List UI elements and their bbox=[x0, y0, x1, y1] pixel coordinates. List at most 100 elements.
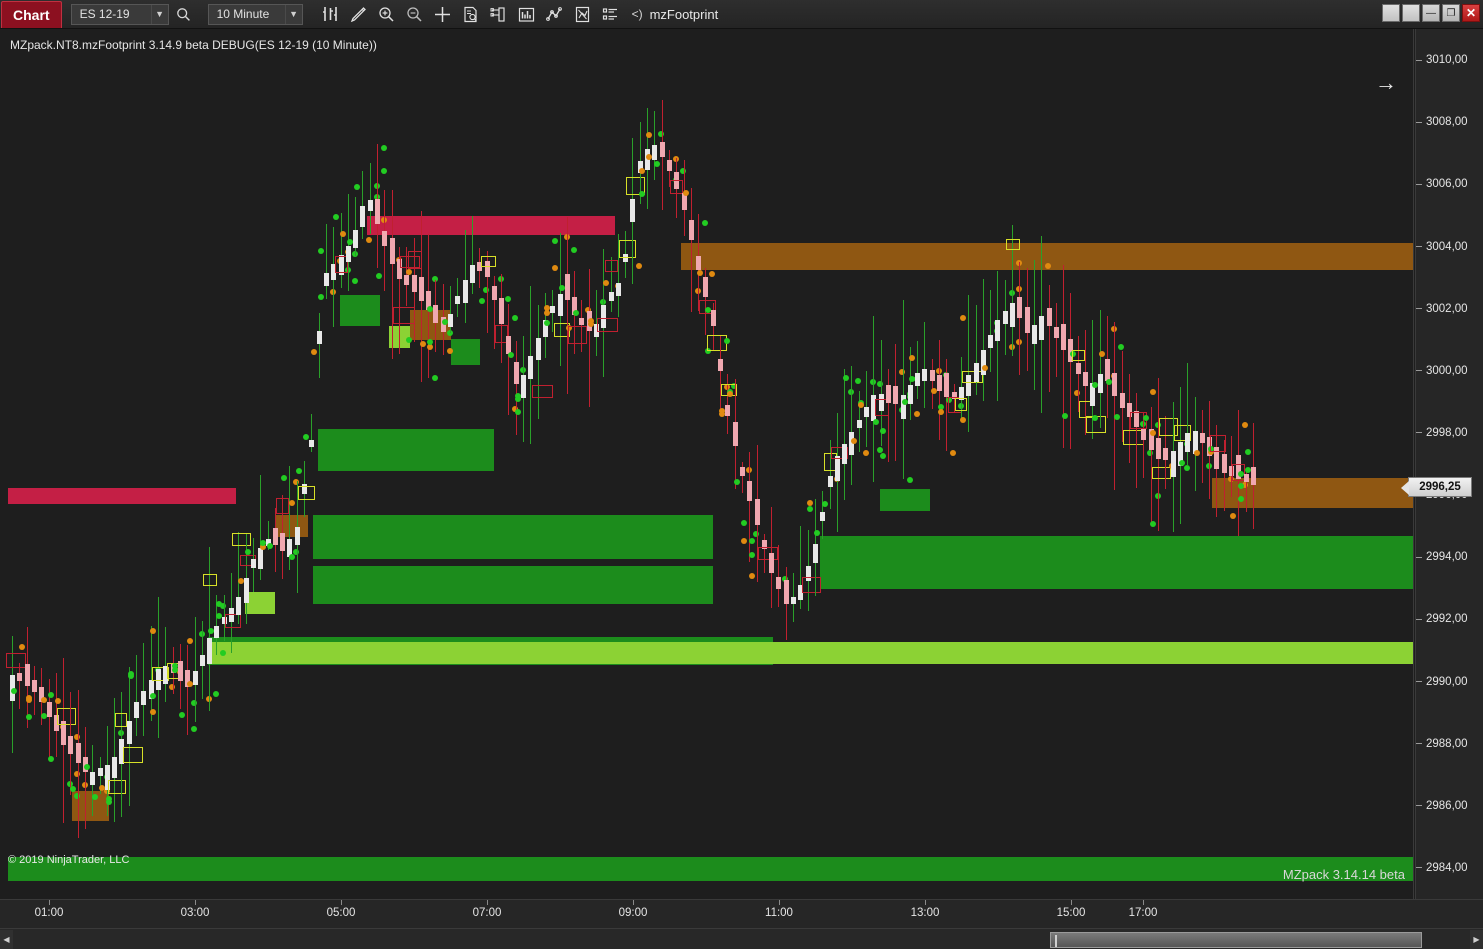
scroll-right-arrow[interactable]: ▶ bbox=[1470, 929, 1483, 949]
sell-imbalance-dot bbox=[427, 344, 433, 351]
strategy-icon[interactable] bbox=[569, 1, 596, 28]
sell-imbalance-dot bbox=[603, 280, 609, 287]
scroll-left-arrow[interactable]: ◀ bbox=[0, 929, 13, 949]
line-chart-icon[interactable] bbox=[541, 1, 568, 28]
sell-imbalance-dot bbox=[931, 387, 937, 394]
buy-imbalance-dot bbox=[376, 272, 382, 279]
candle-body bbox=[1047, 308, 1052, 326]
time-axis[interactable]: 01:00 03:00 05:00 07:00 09:00 11:00 13:00 15:00… bbox=[0, 899, 1483, 928]
price-axis[interactable]: 3010,00 3008,00 3006,00 3004,00 3002,00 3000,… bbox=[1401, 29, 1483, 899]
candle-body bbox=[558, 294, 563, 317]
buy-imbalance-dot bbox=[213, 691, 219, 698]
buy-imbalance-dot bbox=[406, 337, 412, 344]
candle-body bbox=[68, 735, 73, 755]
interval-selector[interactable]: 10 Minute ▼ bbox=[207, 3, 303, 25]
candle-body bbox=[740, 466, 745, 477]
green-zone-wide-a bbox=[313, 515, 713, 559]
time-tick-label: 15:00 bbox=[1056, 907, 1086, 919]
time-tick bbox=[779, 900, 780, 905]
lime-zone-left bbox=[245, 592, 275, 614]
candle-body bbox=[864, 407, 869, 418]
candle-wick bbox=[187, 644, 188, 735]
chevron-down-icon-2[interactable]: ▼ bbox=[284, 4, 302, 24]
buy-imbalance-dot bbox=[741, 520, 747, 527]
buy-imbalance-dot bbox=[1118, 344, 1124, 351]
candle-body bbox=[463, 280, 468, 304]
candle-body bbox=[769, 553, 774, 574]
pencil-icon[interactable] bbox=[345, 1, 372, 28]
candle-wick bbox=[136, 655, 137, 736]
candle-body bbox=[90, 772, 95, 786]
buy-stacked-imbalance-box bbox=[57, 708, 76, 726]
price-tick-label: 2994,00 bbox=[1416, 550, 1483, 564]
candle-wick bbox=[465, 230, 466, 323]
buy-imbalance-dot bbox=[381, 168, 387, 175]
blank-button-2[interactable] bbox=[1402, 4, 1420, 22]
chart-layout-icon[interactable] bbox=[485, 1, 512, 28]
chart-tab[interactable]: Chart bbox=[1, 0, 62, 28]
candle-wick bbox=[581, 300, 582, 352]
candle-wick bbox=[143, 642, 144, 736]
buy-imbalance-dot bbox=[333, 214, 339, 221]
time-tick bbox=[487, 900, 488, 905]
search-icon[interactable] bbox=[173, 1, 195, 28]
candle-body bbox=[178, 661, 183, 681]
chart-canvas[interactable]: MZpack.NT8.mzFootprint 3.14.9 beta DEBUG… bbox=[0, 29, 1414, 899]
blank-button-1[interactable] bbox=[1382, 4, 1400, 22]
scrollbar-track[interactable] bbox=[13, 930, 1470, 949]
candle-wick bbox=[720, 336, 721, 416]
buy-imbalance-dot bbox=[1238, 483, 1244, 489]
candle-body bbox=[886, 384, 891, 404]
buy-imbalance-dot bbox=[1150, 521, 1156, 528]
sell-imbalance-dot bbox=[807, 499, 813, 506]
buy-imbalance-dot bbox=[680, 168, 686, 175]
buy-imbalance-dot bbox=[512, 314, 518, 321]
buy-stacked-imbalance-box bbox=[203, 573, 217, 586]
close-button[interactable]: ✕ bbox=[1462, 4, 1480, 22]
candle-wick bbox=[990, 290, 991, 373]
bar-chart-icon[interactable] bbox=[317, 1, 344, 28]
buy-imbalance-dot bbox=[877, 381, 883, 388]
buy-imbalance-dot bbox=[571, 246, 577, 253]
sell-imbalance-dot bbox=[293, 478, 299, 485]
maximize-button[interactable]: ❐ bbox=[1442, 4, 1460, 22]
buy-imbalance-dot bbox=[1143, 414, 1149, 421]
scrollbar-thumb[interactable] bbox=[1050, 931, 1422, 948]
chevron-down-icon[interactable]: ▼ bbox=[150, 4, 168, 24]
price-tick-label: 2986,00 bbox=[1416, 799, 1483, 813]
candle-body bbox=[499, 298, 504, 325]
candle-body bbox=[455, 295, 460, 305]
candle-body bbox=[1054, 326, 1059, 338]
histogram-icon[interactable] bbox=[513, 1, 540, 28]
horizontal-scrollbar[interactable]: ◀ ▶ bbox=[0, 928, 1483, 949]
candle-body bbox=[609, 291, 614, 301]
minimize-button[interactable]: — bbox=[1422, 4, 1440, 22]
properties-list-icon[interactable] bbox=[597, 1, 624, 28]
candle-body bbox=[755, 499, 760, 525]
candle-body bbox=[382, 231, 387, 246]
sell-imbalance-dot bbox=[150, 709, 156, 716]
candle-body bbox=[908, 384, 913, 404]
candle-body bbox=[937, 375, 942, 392]
candle-wick bbox=[49, 678, 50, 758]
candle-body bbox=[660, 141, 665, 157]
zoom-out-icon[interactable] bbox=[401, 1, 428, 28]
candle-body bbox=[696, 255, 701, 270]
candle-wick bbox=[917, 340, 918, 399]
speaker-icon[interactable]: <) bbox=[632, 7, 643, 21]
zoom-in-icon[interactable] bbox=[373, 1, 400, 28]
candle-wick bbox=[508, 303, 509, 416]
data-box-icon[interactable] bbox=[457, 1, 484, 28]
candle-body bbox=[1163, 448, 1168, 460]
candle-body bbox=[733, 421, 738, 447]
candle-body bbox=[981, 350, 986, 375]
sell-imbalance-dot bbox=[1242, 421, 1248, 428]
sell-imbalance-dot bbox=[909, 355, 915, 362]
candle-body bbox=[616, 282, 621, 297]
crosshair-icon[interactable] bbox=[429, 1, 456, 28]
instrument-selector[interactable]: ES 12-19 ▼ bbox=[70, 3, 169, 25]
buy-imbalance-dot bbox=[654, 160, 660, 167]
sell-imbalance-dot bbox=[55, 698, 61, 705]
candle-body bbox=[207, 638, 212, 664]
sell-stacked-imbalance-box bbox=[568, 326, 587, 345]
